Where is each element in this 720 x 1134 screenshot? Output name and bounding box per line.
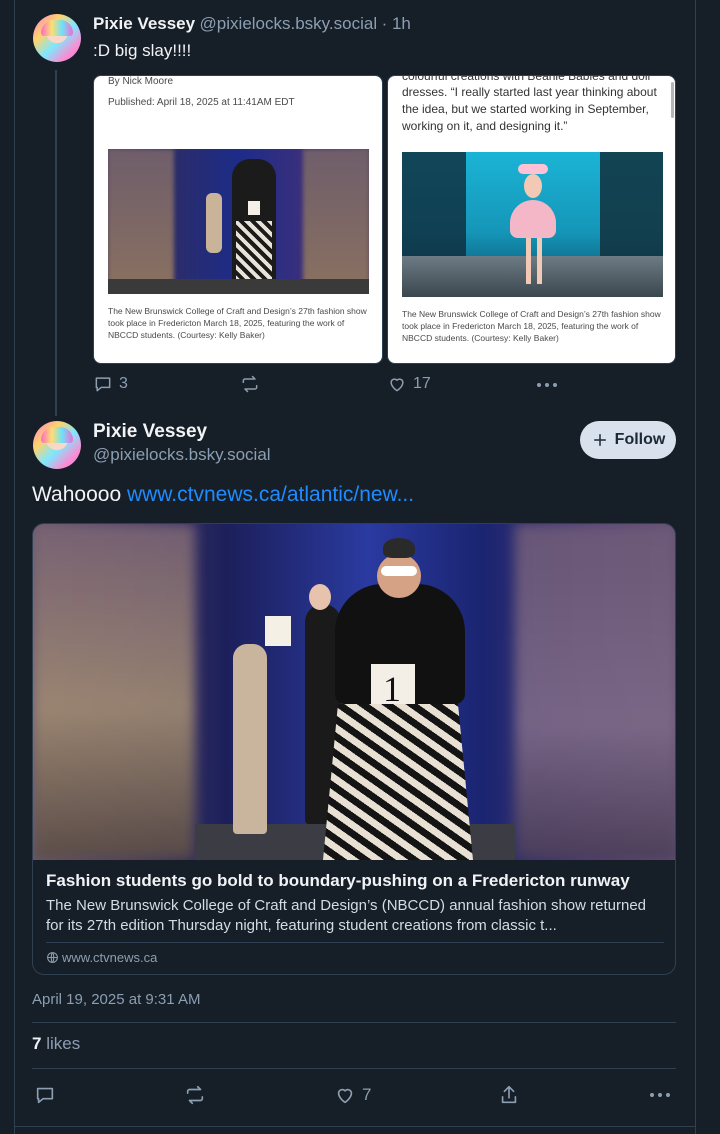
like-icon — [337, 1088, 353, 1104]
runway-photo — [108, 149, 369, 294]
divider — [14, 1126, 696, 1127]
divider — [32, 1022, 676, 1023]
like-count: 17 — [413, 375, 431, 392]
follow-button[interactable]: Follow — [580, 421, 676, 459]
like-button[interactable]: 17 — [387, 374, 431, 394]
more-icon — [537, 383, 557, 387]
more-icon — [650, 1093, 670, 1097]
scrollbar — [671, 82, 674, 118]
divider — [32, 1068, 676, 1069]
reply-count: 3 — [119, 375, 128, 392]
image-article-partial: colourful creations with Beanie Babies a… — [402, 75, 651, 83]
share-icon — [501, 1085, 517, 1104]
reply-icon — [36, 1087, 54, 1104]
plus-icon — [593, 434, 606, 446]
post-image-right[interactable]: colourful creations with Beanie Babies a… — [387, 75, 676, 364]
link-card-title: Fashion students go bold to boundary-pus… — [46, 871, 630, 890]
reply-icon — [95, 377, 111, 392]
display-name-text: Pixie Vessey — [93, 421, 208, 442]
link-card-description: The New Brunswick College of Craft and D… — [46, 897, 646, 934]
display-name[interactable]: Pixie Vessey — [93, 421, 207, 443]
post-text: :D big slay!!!! — [93, 41, 192, 60]
link-card-domain: www.ctvnews.ca — [62, 950, 158, 965]
post-timestamp[interactable]: April 19, 2025 at 9:31 AM — [32, 991, 200, 1008]
thread-line — [55, 70, 57, 416]
image-byline: By Nick Moore — [108, 76, 174, 87]
link-card-divider — [46, 942, 664, 943]
post-link[interactable]: www.ctvnews.ca/atlantic/new... — [127, 483, 414, 506]
post-time[interactable]: · 1h — [382, 14, 411, 33]
repost-button[interactable] — [184, 1084, 206, 1106]
like-count: 7 — [362, 1085, 372, 1104]
more-button[interactable] — [650, 1093, 670, 1097]
link-card-domain-row: www.ctvnews.ca — [46, 950, 157, 965]
runway-photo — [402, 152, 663, 297]
globe-icon — [47, 952, 58, 963]
handle[interactable]: @pixielocks.bsky.social — [93, 445, 271, 465]
image-caption: The New Brunswick College of Craft and D… — [402, 309, 661, 343]
more-button[interactable] — [537, 383, 557, 387]
link-card-image: 1 — [33, 524, 675, 860]
like-button[interactable]: 7 — [334, 1084, 371, 1106]
follow-label: Follow — [614, 431, 666, 448]
repost-icon — [186, 1085, 204, 1105]
post-header: Pixie Vessey @pixielocks.bsky.social · 1… — [93, 14, 411, 34]
reply-button[interactable]: 3 — [93, 374, 128, 394]
post-text-prefix: Wahoooo — [32, 483, 127, 506]
avatar[interactable] — [33, 421, 81, 469]
repost-icon — [242, 375, 258, 393]
likes-label: likes — [41, 1034, 81, 1053]
image-caption: The New Brunswick College of Craft and D… — [108, 306, 367, 340]
repost-button[interactable] — [240, 374, 266, 394]
image-published: Published: April 18, 2025 at 11:41AM EDT — [108, 97, 295, 108]
handle[interactable]: @pixielocks.bsky.social — [200, 14, 378, 33]
likes-summary[interactable]: 7 likes — [32, 1034, 80, 1054]
display-name[interactable]: Pixie Vessey — [93, 14, 195, 33]
post-image-left[interactable]: By Nick Moore Published: April 18, 2025 … — [93, 75, 383, 364]
like-icon — [390, 378, 404, 392]
image-article-quote: dresses. “I really started last year thi… — [402, 85, 657, 133]
reply-button[interactable] — [34, 1084, 56, 1106]
share-button[interactable] — [498, 1084, 520, 1106]
post-text: Wahoooo www.ctvnews.ca/atlantic/new... — [32, 483, 414, 507]
link-card[interactable]: 1 Fashion students go bold to boundary-p… — [32, 523, 676, 975]
avatar[interactable] — [33, 14, 81, 62]
